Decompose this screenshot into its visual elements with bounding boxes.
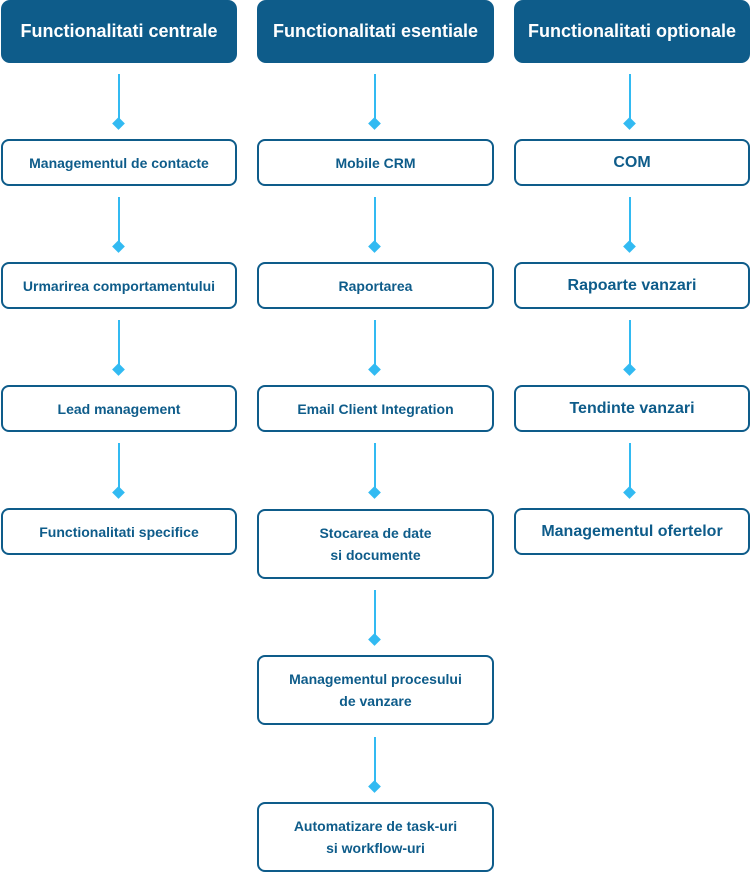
column-header-optional: Functionalitati optionale [514,0,750,63]
diamond-icon [112,363,125,376]
node-reporting: Raportarea [257,262,494,309]
diamond-icon [368,240,381,253]
diamond-icon [368,363,381,376]
diamond-icon [368,486,381,499]
connector [623,197,636,261]
connector [623,443,636,507]
diamond-icon [368,780,381,793]
node-lead-management: Lead management [1,385,237,432]
connector [368,737,381,801]
connector [368,320,381,384]
node-mobile-crm: Mobile CRM [257,139,494,186]
diamond-icon [623,117,636,130]
node-specific-features: Functionalitati specifice [1,508,237,555]
diamond-icon [368,633,381,646]
node-data-storage: Stocarea de date si documente [257,509,494,579]
connector [368,590,381,654]
node-task-automation: Automatizare de task-uri si workflow-uri [257,802,494,872]
diamond-icon [112,117,125,130]
node-sales-process: Managementul procesului de vanzare [257,655,494,725]
node-sales-trends: Tendinte vanzari [514,385,750,432]
diamond-icon [623,363,636,376]
diamond-icon [623,486,636,499]
node-behavior-tracking: Urmarirea comportamentului [1,262,237,309]
connector [112,443,125,507]
connector [368,197,381,261]
node-com: COM [514,139,750,186]
diamond-icon [112,486,125,499]
connector [112,74,125,138]
node-email-client-integration: Email Client Integration [257,385,494,432]
connector [112,197,125,261]
node-offer-management: Managementul ofertelor [514,508,750,555]
node-contact-management: Managementul de contacte [1,139,237,186]
connector [623,74,636,138]
diamond-icon [112,240,125,253]
connector [623,320,636,384]
connector [112,320,125,384]
diamond-icon [623,240,636,253]
connector [368,74,381,138]
diamond-icon [368,117,381,130]
node-sales-reports: Rapoarte vanzari [514,262,750,309]
column-header-essential: Functionalitati esentiale [257,0,494,63]
connector [368,443,381,507]
column-header-central: Functionalitati centrale [1,0,237,63]
